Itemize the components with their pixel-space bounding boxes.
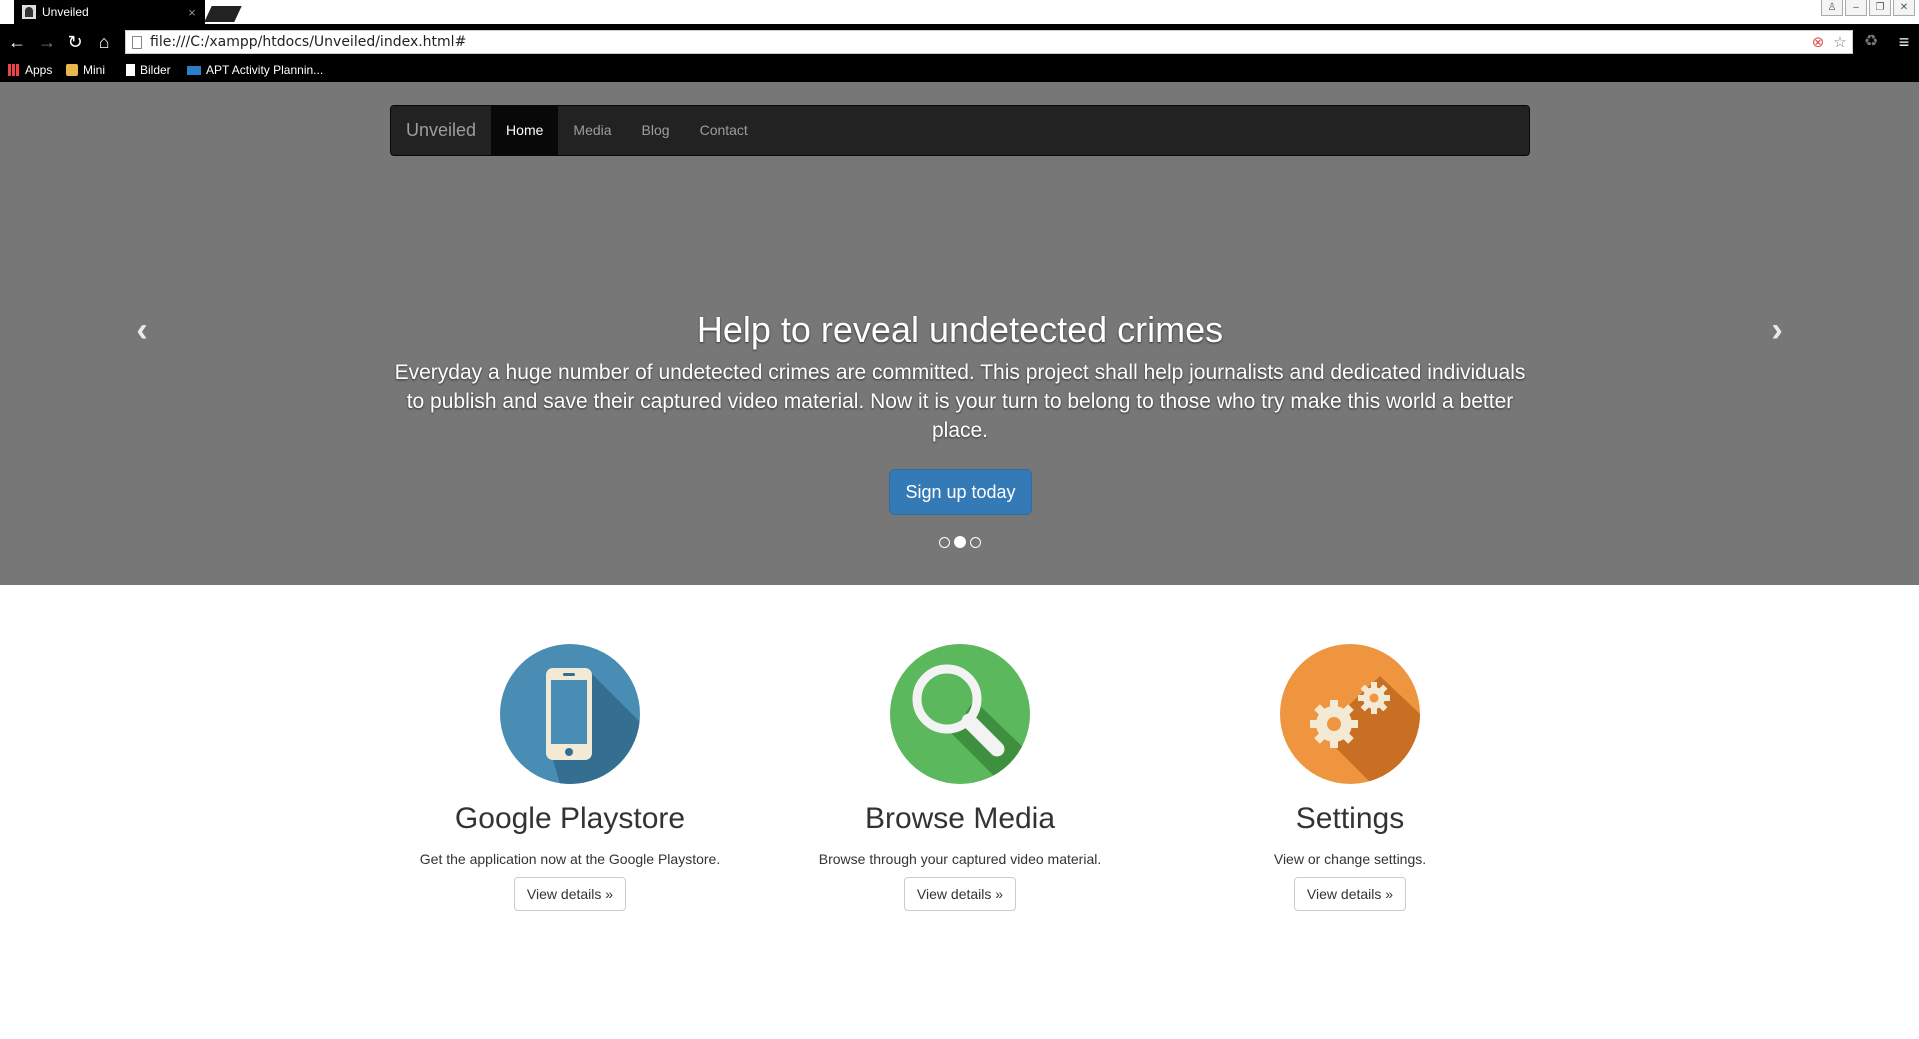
bookmark-mini[interactable]: Mini <box>66 63 105 77</box>
sap-icon <box>187 65 201 75</box>
nav-item-contact[interactable]: Contact <box>685 106 763 155</box>
close-window-icon[interactable]: ✕ <box>1893 0 1915 16</box>
carousel-indicators <box>0 536 1919 548</box>
carousel-prev-icon[interactable]: ‹ <box>122 310 162 350</box>
carousel-indicator-2[interactable] <box>953 536 966 548</box>
view-details-button[interactable]: View details » <box>1293 877 1407 911</box>
tab-title: Unveiled <box>42 5 89 19</box>
maximize-icon[interactable]: ❐ <box>1869 0 1891 16</box>
sign-up-button[interactable]: Sign up today <box>889 469 1032 515</box>
bookmark-label: Apps <box>25 63 53 77</box>
bookmark-star-icon[interactable]: ☆ <box>1830 33 1850 51</box>
tab-close-icon[interactable]: × <box>183 5 201 20</box>
reload-icon[interactable]: ↻ <box>64 31 86 53</box>
view-details-button[interactable]: View details » <box>903 877 1017 911</box>
bookmark-apt[interactable]: APT Activity Plannin... <box>187 63 323 77</box>
apps-grid-icon <box>8 64 20 76</box>
page-icon <box>126 64 135 76</box>
feature-playstore: Google Playstore Get the application now… <box>375 644 765 911</box>
carousel-indicator-3[interactable] <box>969 537 981 548</box>
carousel-indicator-1[interactable] <box>938 537 950 548</box>
hero-title: Help to reveal undetected crimes <box>696 309 1224 350</box>
top-navbar: Unveiled Home Media Blog Contact <box>390 105 1530 156</box>
page-content: Unveiled Home Media Blog Contact ‹ › Hel… <box>0 82 1919 1039</box>
feature-text: Browse through your captured video mater… <box>818 851 1102 867</box>
menu-icon[interactable]: ≡ <box>1893 31 1915 53</box>
site-favicon-icon <box>22 5 36 19</box>
address-bar[interactable]: file:///C:/xampp/htdocs/Unveiled/index.h… <box>125 30 1853 54</box>
carousel-caption: Help to reveal undetected crimes Everyda… <box>390 310 1530 445</box>
forward-arrow-icon[interactable]: → <box>36 31 58 53</box>
feature-browse-media: Browse Media Browse through your capture… <box>765 644 1155 911</box>
feature-settings: Settings View or change settings. View d… <box>1155 644 1545 911</box>
bookmark-label: Mini <box>83 63 106 77</box>
feature-title: Google Playstore <box>454 802 686 835</box>
minimize-icon[interactable]: – <box>1845 0 1867 16</box>
feature-text: Get the application now at the Google Pl… <box>419 851 721 867</box>
feature-text: View or change settings. <box>1273 851 1427 867</box>
hero-carousel: Unveiled Home Media Blog Contact ‹ › Hel… <box>0 82 1919 585</box>
extension-icon[interactable]: ♻ <box>1860 31 1882 53</box>
bookmark-label: Bilder <box>140 63 171 77</box>
new-tab-button[interactable] <box>204 6 242 22</box>
bookmark-apps[interactable]: Apps <box>8 63 52 77</box>
gears-icon <box>1280 644 1420 784</box>
window-controls: ♙ – ❐ ✕ <box>1821 0 1915 16</box>
bookmark-label: APT Activity Plannin... <box>206 63 324 77</box>
navbar-brand[interactable]: Unveiled <box>391 106 491 155</box>
nav-item-blog[interactable]: Blog <box>627 106 685 155</box>
home-icon[interactable]: ⌂ <box>93 31 115 53</box>
page-icon <box>132 36 142 49</box>
nav-links: Home Media Blog Contact <box>491 106 763 155</box>
carousel-next-icon[interactable]: › <box>1757 310 1797 350</box>
view-details-button[interactable]: View details » <box>513 877 627 911</box>
feature-title: Browse Media <box>864 802 1056 835</box>
folder-icon <box>66 64 78 76</box>
blocked-content-icon[interactable]: ⊗ <box>1808 33 1828 51</box>
hero-text: Everyday a huge number of undetected cri… <box>394 361 1526 442</box>
smartphone-icon <box>500 644 640 784</box>
magnifier-icon <box>890 644 1030 784</box>
bookmark-bilder[interactable]: Bilder <box>126 63 171 77</box>
feature-title: Settings <box>1295 802 1405 835</box>
browser-tabstrip: Unveiled × ♙ – ❐ ✕ <box>0 0 1919 24</box>
address-url[interactable]: file:///C:/xampp/htdocs/Unveiled/index.h… <box>150 34 466 50</box>
user-icon[interactable]: ♙ <box>1821 0 1843 16</box>
back-arrow-icon[interactable]: ← <box>6 31 28 53</box>
nav-item-media[interactable]: Media <box>558 106 626 155</box>
bookmarks-bar: Apps Mini Bilder APT Activity Plannin... <box>0 60 1919 82</box>
browser-tab[interactable]: Unveiled × <box>14 0 205 24</box>
nav-item-home[interactable]: Home <box>491 106 559 155</box>
